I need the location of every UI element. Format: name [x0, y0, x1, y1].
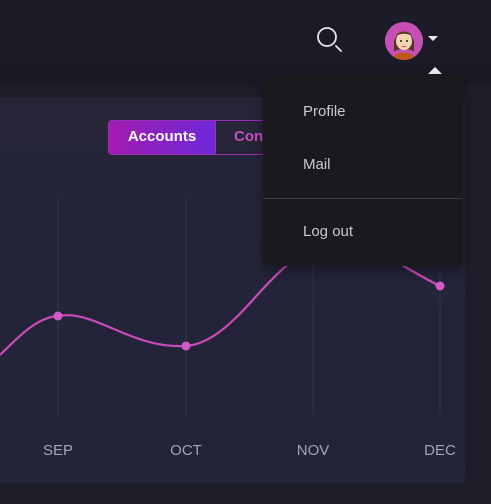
dropdown-pointer [428, 67, 442, 74]
menu-item-profile[interactable]: Profile [303, 103, 346, 120]
tab-accounts[interactable]: Accounts [109, 121, 215, 154]
data-point [53, 311, 63, 321]
search-icon[interactable] [316, 26, 344, 54]
x-tick-label: NOV [297, 442, 330, 459]
menu-divider [263, 198, 463, 199]
menu-item-logout[interactable]: Log out [303, 223, 353, 240]
avatar-icon [385, 22, 423, 60]
data-point [181, 341, 191, 351]
user-dropdown-menu: Profile Mail Log out [263, 75, 463, 266]
menu-item-mail[interactable]: Mail [303, 156, 331, 173]
x-tick-label: DEC [424, 442, 456, 459]
menu-caret-icon[interactable] [428, 36, 438, 41]
top-bar [0, 0, 491, 86]
avatar[interactable] [385, 22, 423, 60]
data-point [435, 281, 445, 291]
x-tick-label: SEP [43, 442, 73, 459]
x-tick-label: OCT [170, 442, 202, 459]
